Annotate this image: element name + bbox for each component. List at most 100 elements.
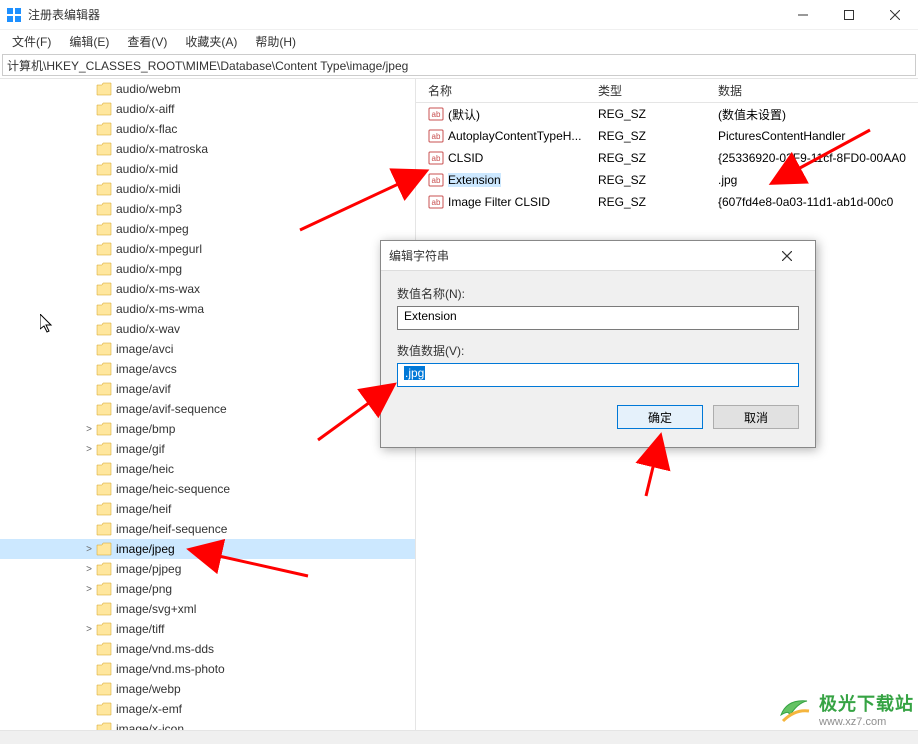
folder-icon bbox=[96, 482, 112, 496]
expander-icon[interactable]: > bbox=[82, 544, 96, 555]
tree-item-label: audio/x-mpeg bbox=[116, 222, 189, 236]
tree-item[interactable]: image/avif-sequence bbox=[0, 399, 415, 419]
value-data: {25336920-03F9-11cf-8FD0-00AA0 bbox=[706, 151, 918, 165]
list-row[interactable]: abCLSIDREG_SZ{25336920-03F9-11cf-8FD0-00… bbox=[416, 147, 918, 169]
tree-item[interactable]: audio/x-mpeg bbox=[0, 219, 415, 239]
folder-icon bbox=[96, 282, 112, 296]
menu-view[interactable]: 查看(V) bbox=[119, 31, 175, 52]
menu-file[interactable]: 文件(F) bbox=[4, 31, 59, 52]
col-header-type[interactable]: 类型 bbox=[586, 82, 706, 99]
ok-button[interactable]: 确定 bbox=[617, 405, 703, 429]
folder-icon bbox=[96, 562, 112, 576]
tree-item[interactable]: image/heif bbox=[0, 499, 415, 519]
tree-item[interactable]: image/avif bbox=[0, 379, 415, 399]
cancel-button[interactable]: 取消 bbox=[713, 405, 799, 429]
tree-item[interactable]: >image/gif bbox=[0, 439, 415, 459]
folder-icon bbox=[96, 442, 112, 456]
folder-icon bbox=[96, 682, 112, 696]
minimize-button[interactable] bbox=[780, 0, 826, 30]
tree-item[interactable]: >image/pjpeg bbox=[0, 559, 415, 579]
dialog-titlebar: 编辑字符串 bbox=[381, 241, 815, 271]
expander-icon[interactable]: > bbox=[82, 424, 96, 435]
folder-icon bbox=[96, 182, 112, 196]
tree-item-label: image/avcs bbox=[116, 362, 177, 376]
col-header-data[interactable]: 数据 bbox=[706, 82, 918, 99]
string-value-icon: ab bbox=[428, 128, 444, 144]
tree-item[interactable]: audio/x-mpegurl bbox=[0, 239, 415, 259]
maximize-button[interactable] bbox=[826, 0, 872, 30]
tree-item[interactable]: image/heif-sequence bbox=[0, 519, 415, 539]
folder-icon bbox=[96, 202, 112, 216]
tree-item-label: image/heic-sequence bbox=[116, 482, 230, 496]
expander-icon[interactable]: > bbox=[82, 624, 96, 635]
tree-item-label: image/jpeg bbox=[116, 542, 175, 556]
tree-item-label: image/vnd.ms-photo bbox=[116, 662, 225, 676]
expander-icon[interactable]: > bbox=[82, 584, 96, 595]
tree-item-label: audio/x-aiff bbox=[116, 102, 174, 116]
value-type: REG_SZ bbox=[586, 195, 706, 209]
tree-item[interactable]: image/x-icon bbox=[0, 719, 415, 730]
tree-item[interactable]: image/x-emf bbox=[0, 699, 415, 719]
tree-item-label: audio/x-matroska bbox=[116, 142, 208, 156]
tree-item[interactable]: image/svg+xml bbox=[0, 599, 415, 619]
value-name: Extension bbox=[448, 173, 501, 187]
list-body: ab(默认)REG_SZ(数值未设置)abAutoplayContentType… bbox=[416, 103, 918, 213]
folder-icon bbox=[96, 362, 112, 376]
address-bar[interactable]: 计算机\HKEY_CLASSES_ROOT\MIME\Database\Cont… bbox=[2, 54, 916, 76]
tree-item[interactable]: audio/x-matroska bbox=[0, 139, 415, 159]
tree-item[interactable]: image/avci bbox=[0, 339, 415, 359]
string-value-icon: ab bbox=[428, 172, 444, 188]
tree-item[interactable]: audio/webm bbox=[0, 79, 415, 99]
folder-icon bbox=[96, 702, 112, 716]
tree-item[interactable]: audio/x-wav bbox=[0, 319, 415, 339]
tree-item[interactable]: >image/bmp bbox=[0, 419, 415, 439]
list-row[interactable]: ab(默认)REG_SZ(数值未设置) bbox=[416, 103, 918, 125]
col-header-name[interactable]: 名称 bbox=[416, 82, 586, 99]
tree-scroll[interactable]: audio/webm audio/x-aiff audio/x-flac audio/… bbox=[0, 79, 415, 730]
tree-item[interactable]: audio/x-aiff bbox=[0, 99, 415, 119]
tree-item[interactable]: audio/x-ms-wma bbox=[0, 299, 415, 319]
value-name-field[interactable]: Extension bbox=[397, 306, 799, 330]
tree-item[interactable]: audio/x-flac bbox=[0, 119, 415, 139]
tree-item-label: audio/x-ms-wma bbox=[116, 302, 204, 316]
menu-help[interactable]: 帮助(H) bbox=[247, 31, 304, 52]
tree-item-label: image/avif bbox=[116, 382, 171, 396]
folder-icon bbox=[96, 102, 112, 116]
list-row[interactable]: abAutoplayContentTypeH...REG_SZPicturesC… bbox=[416, 125, 918, 147]
tree-item-label: image/webp bbox=[116, 682, 181, 696]
menu-favorites[interactable]: 收藏夹(A) bbox=[177, 31, 245, 52]
tree-item-label: image/heic bbox=[116, 462, 174, 476]
tree-item[interactable]: image/vnd.ms-dds bbox=[0, 639, 415, 659]
folder-icon bbox=[96, 122, 112, 136]
list-row[interactable]: abExtensionREG_SZ.jpg bbox=[416, 169, 918, 191]
expander-icon[interactable]: > bbox=[82, 444, 96, 455]
expander-icon[interactable]: > bbox=[82, 564, 96, 575]
menubar: 文件(F) 编辑(E) 查看(V) 收藏夹(A) 帮助(H) bbox=[0, 30, 918, 52]
folder-icon bbox=[96, 262, 112, 276]
tree-item-label: image/png bbox=[116, 582, 172, 596]
tree-item-label: image/heif bbox=[116, 502, 171, 516]
tree-item[interactable]: audio/x-mp3 bbox=[0, 199, 415, 219]
menu-edit[interactable]: 编辑(E) bbox=[61, 31, 117, 52]
tree-item[interactable]: >image/tiff bbox=[0, 619, 415, 639]
tree-item[interactable]: audio/x-mid bbox=[0, 159, 415, 179]
tree-item[interactable]: > image/jpeg bbox=[0, 539, 415, 559]
titlebar: 注册表编辑器 bbox=[0, 0, 918, 30]
tree-item[interactable]: image/vnd.ms-photo bbox=[0, 659, 415, 679]
tree-item[interactable]: audio/x-mpg bbox=[0, 259, 415, 279]
tree-item[interactable]: audio/x-midi bbox=[0, 179, 415, 199]
tree-item[interactable]: > image/png bbox=[0, 579, 415, 599]
tree-item[interactable]: audio/x-ms-wax bbox=[0, 279, 415, 299]
list-row[interactable]: abImage Filter CLSIDREG_SZ{607fd4e8-0a03… bbox=[416, 191, 918, 213]
tree-item[interactable]: image/webp bbox=[0, 679, 415, 699]
value-data-field[interactable]: .jpg bbox=[397, 363, 799, 387]
folder-icon bbox=[96, 502, 112, 516]
svg-text:ab: ab bbox=[432, 154, 441, 163]
value-data: PicturesContentHandler bbox=[706, 129, 918, 143]
tree-item[interactable]: image/heic-sequence bbox=[0, 479, 415, 499]
folder-icon bbox=[96, 342, 112, 356]
dialog-close-button[interactable] bbox=[767, 242, 807, 270]
tree-item[interactable]: image/heic bbox=[0, 459, 415, 479]
close-button[interactable] bbox=[872, 0, 918, 30]
tree-item[interactable]: image/avcs bbox=[0, 359, 415, 379]
